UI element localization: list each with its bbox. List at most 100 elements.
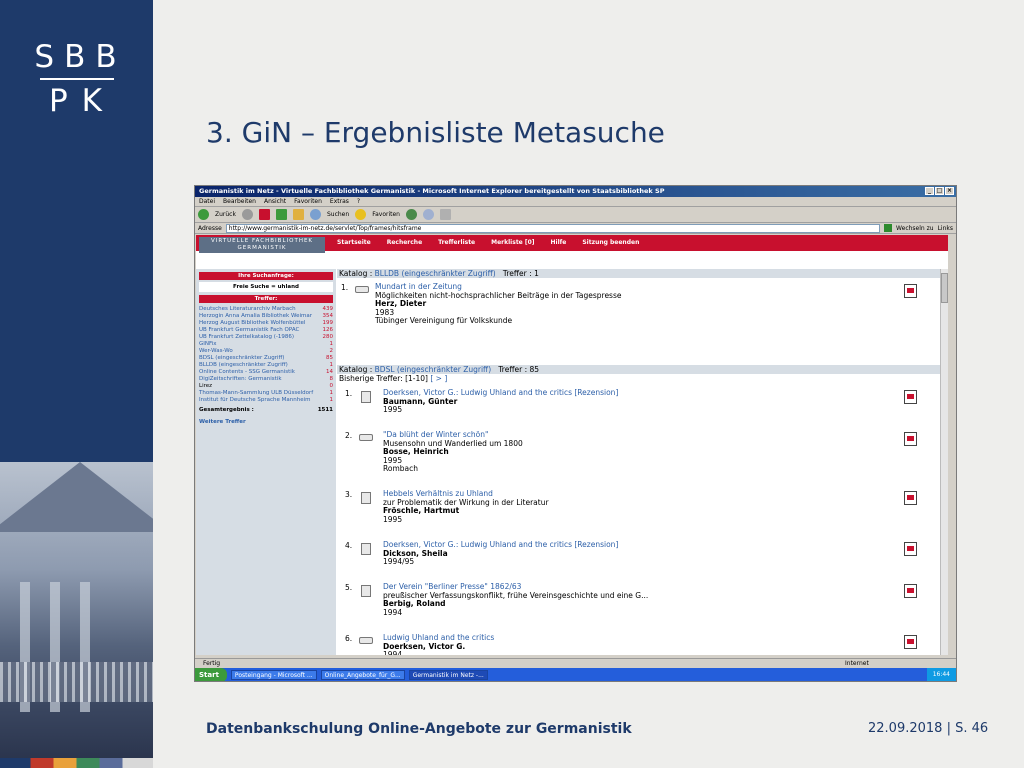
- back-button[interactable]: Zurück: [215, 211, 236, 218]
- result-text: "Da blüht der Winter schön" Musensohn un…: [383, 430, 523, 474]
- status-bar: Fertig Internet: [195, 658, 956, 668]
- minimize-icon[interactable]: _: [925, 187, 934, 195]
- result-number: 4.: [345, 541, 353, 550]
- sidebar-hit-row[interactable]: BDSL (eingeschränkter Zugriff) 85: [196, 355, 336, 361]
- scrollbar-thumb[interactable]: [941, 273, 948, 303]
- hit-source[interactable]: GINFix: [199, 341, 217, 347]
- sidebar-hit-row[interactable]: BLLDB (eingeschränkter Zugriff) 1: [196, 362, 336, 368]
- site-brand[interactable]: VIRTUELLE FACHBIBLIOTHEK GERMANISTIK: [199, 237, 325, 253]
- start-button[interactable]: Start: [195, 668, 227, 681]
- menu-help[interactable]: ?: [357, 197, 360, 206]
- sidebar-hit-row[interactable]: Institut für Deutsche Sprache Mannheim 1: [196, 397, 336, 403]
- hit-count: 1: [329, 341, 334, 347]
- sidebar-hit-row[interactable]: UB Frankfurt Germanistik Fach OPAC 126: [196, 327, 336, 333]
- add-to-list-icon[interactable]: [904, 390, 917, 404]
- hit-source[interactable]: UB Frankfurt Zettelkatalog (-1986): [199, 334, 294, 340]
- sidebar-hit-row[interactable]: Deutsches Literaturarchiv Marbach 439: [196, 306, 336, 312]
- result-author: Herz, Dieter: [375, 299, 427, 308]
- menu-favoriten[interactable]: Favoriten: [294, 197, 322, 206]
- hit-source[interactable]: Deutsches Literaturarchiv Marbach: [199, 306, 296, 312]
- print-icon[interactable]: [439, 209, 451, 220]
- close-icon[interactable]: ×: [945, 187, 954, 195]
- stop-icon[interactable]: [258, 209, 270, 220]
- nav-sitzung-beenden[interactable]: Sitzung beenden: [582, 239, 639, 246]
- site-nav: Startseite Recherche Trefferliste Merkli…: [337, 239, 639, 246]
- sidebar-hit-row: Lirez 0: [196, 383, 336, 389]
- window-buttons: _ □ ×: [925, 187, 954, 195]
- catalog-name[interactable]: BDSL (eingeschränkter Zugriff): [375, 365, 492, 374]
- add-to-list-icon[interactable]: [904, 635, 917, 649]
- search-button[interactable]: Suchen: [327, 211, 349, 218]
- result-author: Dickson, Sheila: [383, 548, 448, 558]
- add-to-list-icon[interactable]: [904, 491, 917, 505]
- taskbar-item-active[interactable]: Germanistik im Netz -...: [408, 670, 488, 680]
- forward-arrow-icon[interactable]: [241, 209, 253, 220]
- sidebar-hit-row[interactable]: DigiZeitschriften: Germanistik 8: [196, 376, 336, 382]
- add-to-list-icon[interactable]: [904, 432, 917, 446]
- hit-source[interactable]: Institut für Deutsche Sprache Mannheim: [199, 397, 311, 403]
- mail-icon[interactable]: [422, 209, 434, 220]
- result-year: 1995: [383, 405, 403, 414]
- sidebar-hit-row[interactable]: Wer-Was-Wo 2: [196, 348, 336, 354]
- sidebar-hit-row[interactable]: Herzogin Anna Amalia Bibliothek Weimar 35…: [196, 313, 336, 319]
- add-to-list-icon[interactable]: [904, 542, 917, 556]
- result-text: Mundart in der Zeitung Möglichkeiten nic…: [375, 282, 622, 326]
- sidebar-hit-row[interactable]: UB Frankfurt Zettelkatalog (-1986) 280: [196, 334, 336, 340]
- nav-recherche[interactable]: Recherche: [387, 239, 422, 246]
- refresh-icon[interactable]: [275, 209, 287, 220]
- hit-source[interactable]: BLLDB (eingeschränkter Zugriff): [199, 362, 288, 368]
- sidebar-hit-row[interactable]: Thomas-Mann-Sammlung ULB Düsseldorf 1: [196, 390, 336, 396]
- menu-ansicht[interactable]: Ansicht: [264, 197, 286, 206]
- home-icon[interactable]: [292, 209, 304, 220]
- hit-source[interactable]: Wer-Was-Wo: [199, 348, 233, 354]
- hit-source[interactable]: UB Frankfurt Germanistik Fach OPAC: [199, 327, 299, 333]
- result-extra: Tübinger Vereinigung für Volkskunde: [375, 316, 513, 325]
- vertical-scrollbar[interactable]: [940, 269, 948, 655]
- result-author: Baumann, Günter: [383, 396, 458, 406]
- favorites-star-icon[interactable]: [355, 209, 367, 220]
- back-arrow-icon[interactable]: [198, 209, 209, 220]
- favorites-button[interactable]: Favoriten: [372, 211, 400, 218]
- sidebar-hit-row[interactable]: Herzog August Bibliothek Wolfenbüttel 199: [196, 320, 336, 326]
- catalog-name[interactable]: BLLDB (eingeschränkter Zugriff): [375, 269, 496, 278]
- sidebar-hit-row[interactable]: Online Contents - SSG Germanistik 14: [196, 369, 336, 375]
- result-extra: Rombach: [383, 464, 419, 473]
- hit-source[interactable]: Herzog August Bibliothek Wolfenbüttel: [199, 320, 305, 326]
- nav-trefferliste[interactable]: Trefferliste: [438, 239, 475, 246]
- menu-datei[interactable]: Datei: [199, 197, 215, 206]
- menu-extras[interactable]: Extras: [330, 197, 349, 206]
- sidebar-hit-row[interactable]: GINFix 1: [196, 341, 336, 347]
- go-button[interactable]: Wechseln zu: [896, 225, 934, 232]
- links-label[interactable]: Links: [938, 225, 953, 232]
- hits-sidebar: Ihre Suchanfrage: Freie Suche = uhland T…: [196, 269, 336, 655]
- hit-source[interactable]: Thomas-Mann-Sammlung ULB Düsseldorf: [199, 390, 313, 396]
- site-header: VIRTUELLE FACHBIBLIOTHEK GERMANISTIK Sta…: [196, 235, 948, 253]
- hit-source[interactable]: BDSL (eingeschränkter Zugriff): [199, 355, 284, 361]
- browser-titlebar: Germanistik im Netz - Virtuelle Fachbibl…: [195, 186, 956, 197]
- more-hits-link[interactable]: Weitere Treffer: [196, 413, 336, 431]
- history-icon[interactable]: [405, 209, 417, 220]
- result-number: 3.: [345, 490, 353, 499]
- hits-count: 85: [529, 365, 540, 374]
- taskbar-item[interactable]: Posteingang - Microsoft ...: [230, 670, 317, 680]
- maximize-icon[interactable]: □: [935, 187, 944, 195]
- article-icon: [361, 391, 371, 403]
- nav-merkliste[interactable]: Merkliste [0]: [491, 239, 534, 246]
- search-icon[interactable]: [309, 209, 321, 220]
- hit-source[interactable]: Herzogin Anna Amalia Bibliothek Weimar: [199, 313, 312, 319]
- hit-source[interactable]: DigiZeitschriften: Germanistik: [199, 376, 282, 382]
- hit-source[interactable]: Online Contents - SSG Germanistik: [199, 369, 295, 375]
- go-arrow-icon[interactable]: [884, 224, 893, 232]
- menu-bearbeiten[interactable]: Bearbeiten: [223, 197, 256, 206]
- sbb-pk-logo: SBB PK: [0, 38, 153, 118]
- hits-header: Treffer:: [199, 295, 333, 303]
- add-to-list-icon[interactable]: [904, 584, 917, 598]
- taskbar-item[interactable]: Online_Angebote_für_G...: [320, 670, 405, 680]
- nav-hilfe[interactable]: Hilfe: [551, 239, 567, 246]
- nav-startseite[interactable]: Startseite: [337, 239, 371, 246]
- address-input[interactable]: http://www.germanistik-im-netz.de/servle…: [225, 223, 881, 233]
- next-page-link[interactable]: [ > ]: [430, 374, 447, 383]
- add-to-list-icon[interactable]: [904, 284, 917, 298]
- result-number: 5.: [345, 583, 353, 592]
- hit-count: 8: [329, 376, 334, 382]
